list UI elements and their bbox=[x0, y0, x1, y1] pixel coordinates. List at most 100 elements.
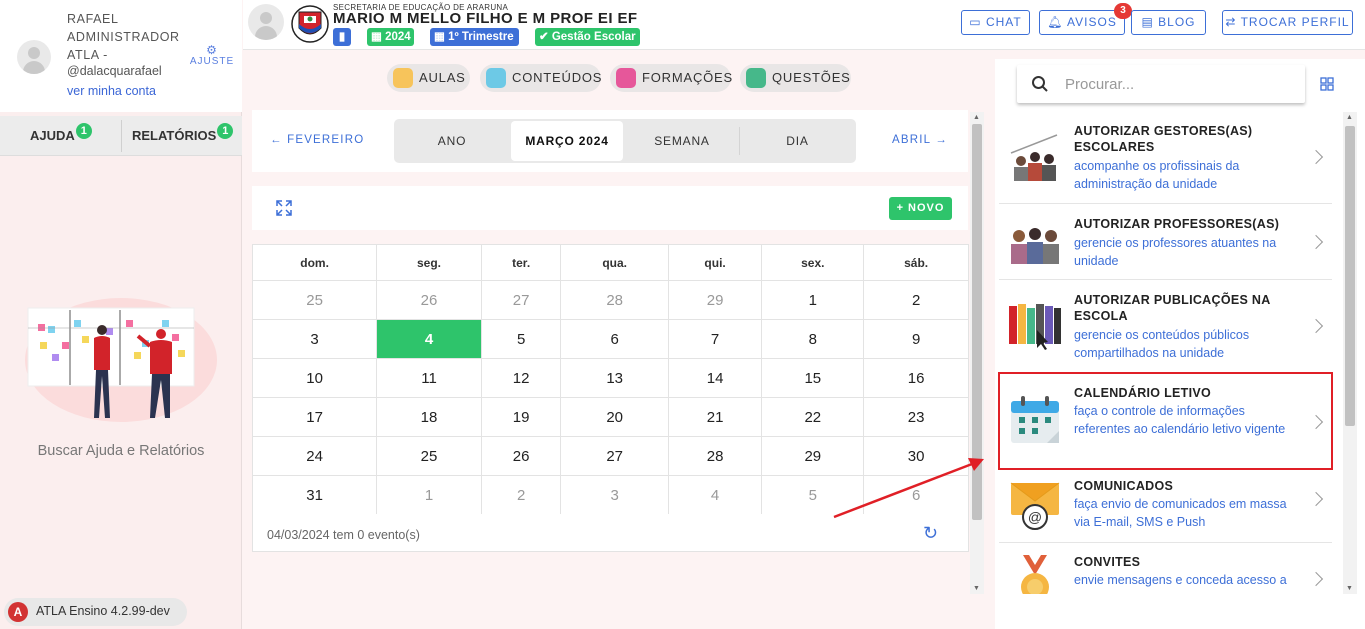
header-avatar[interactable] bbox=[248, 4, 284, 40]
calendar-day[interactable]: 22 bbox=[761, 397, 865, 437]
card-comunicados[interactable]: @ COMUNICADOS faça envio de comunicados … bbox=[999, 469, 1332, 543]
calendar-day[interactable]: 1 bbox=[761, 280, 865, 320]
new-event-button[interactable]: + NOVO bbox=[889, 197, 952, 220]
refresh-icon[interactable]: ↻ bbox=[923, 523, 938, 544]
scroll-up-icon[interactable]: ▲ bbox=[1346, 114, 1353, 121]
card-autorizar-publicacoes[interactable]: AUTORIZAR PUBLICAÇÕES NA ESCOLA gerencie… bbox=[999, 280, 1332, 373]
calendar-day[interactable]: 8 bbox=[761, 319, 865, 359]
calendar-day[interactable]: 9 bbox=[863, 319, 969, 359]
nav-aulas[interactable]: AULAS bbox=[387, 64, 470, 92]
calendar-day[interactable]: 23 bbox=[863, 397, 969, 437]
calendar-day[interactable]: 27 bbox=[560, 436, 669, 476]
version-badge[interactable]: A ATLA Ensino 4.2.99-dev bbox=[4, 598, 187, 626]
weekday-header: seg. bbox=[376, 244, 482, 281]
calendar-day[interactable]: 14 bbox=[667, 358, 763, 398]
tab-ajuda-label: AJUDA bbox=[30, 128, 75, 143]
tab-ajuda[interactable]: AJUDA 1 bbox=[30, 116, 92, 156]
nav-aulas-label: AULAS bbox=[419, 70, 466, 85]
chat-label: CHAT bbox=[985, 15, 1022, 29]
calendar-day[interactable]: 25 bbox=[376, 436, 482, 476]
avisos-label: AVISOS bbox=[1067, 15, 1117, 29]
scrollbar-thumb[interactable] bbox=[972, 124, 982, 520]
calendar-day[interactable]: 26 bbox=[480, 436, 562, 476]
calendar-day[interactable]: 27 bbox=[480, 280, 562, 320]
chevron-right-icon bbox=[1308, 318, 1324, 334]
blog-button[interactable]: ▤ BLOG bbox=[1131, 10, 1206, 35]
calendar-day[interactable]: 10 bbox=[251, 358, 378, 398]
calendar-day[interactable]: 2 bbox=[863, 280, 969, 320]
card-calendario-letivo[interactable]: CALENDÁRIO LETIVO faça o controle de inf… bbox=[998, 372, 1333, 470]
calendar-day[interactable]: 3 bbox=[560, 475, 669, 515]
calendar-day[interactable]: 2 bbox=[480, 475, 562, 515]
calendar-day[interactable]: 18 bbox=[376, 397, 482, 437]
card-description: acompanhe os profissinais da administraç… bbox=[1074, 159, 1240, 191]
stats-chip[interactable]: ▮ bbox=[333, 28, 351, 46]
scroll-down-icon[interactable]: ▼ bbox=[1346, 585, 1353, 592]
calendar-day[interactable]: 28 bbox=[560, 280, 669, 320]
prev-month-link[interactable]: ← FEVEREIRO bbox=[270, 134, 364, 146]
term-chip[interactable]: ▦ 1º Trimestre bbox=[430, 28, 519, 46]
blog-label: BLOG bbox=[1158, 15, 1196, 29]
card-convites[interactable]: CONVITES envie mensagens e conceda acess… bbox=[999, 543, 1332, 594]
avisos-count-badge: 3 bbox=[1114, 3, 1132, 19]
calendar-day[interactable]: 21 bbox=[667, 397, 763, 437]
avisos-button[interactable]: 🔔︎ AVISOS 3 bbox=[1039, 3, 1132, 35]
calendar-day[interactable]: 19 bbox=[480, 397, 562, 437]
calendar-day[interactable]: 11 bbox=[376, 358, 482, 398]
calendar-day[interactable]: 1 bbox=[376, 475, 482, 515]
calendar-day[interactable]: 5 bbox=[480, 319, 562, 359]
user-name: RAFAEL ADMINISTRADOR ATLA - bbox=[67, 12, 180, 62]
main-scrollbar[interactable]: ▲ ▼ bbox=[970, 112, 984, 594]
card-title: AUTORIZAR PROFESSORES(AS) bbox=[1074, 217, 1280, 231]
calendar-day[interactable]: 30 bbox=[863, 436, 969, 476]
view-day[interactable]: DIA bbox=[741, 121, 854, 161]
view-month[interactable]: MARÇO 2024 bbox=[511, 121, 623, 161]
card-autorizar-gestores[interactable]: AUTORIZAR GESTORES(AS) ESCOLARES acompan… bbox=[999, 111, 1332, 204]
calendar-day[interactable]: 29 bbox=[761, 436, 865, 476]
tab-relatorios[interactable]: RELATÓRIOS 1 bbox=[132, 116, 234, 156]
calendar-day[interactable]: 5 bbox=[761, 475, 865, 515]
card-autorizar-professores[interactable]: AUTORIZAR PROFESSORES(AS) gerencie os pr… bbox=[999, 204, 1332, 280]
scroll-up-icon[interactable]: ▲ bbox=[973, 114, 980, 121]
settings-button[interactable]: ⚙ AJUSTE bbox=[188, 44, 236, 67]
view-year[interactable]: ANO bbox=[396, 121, 508, 161]
module-chip[interactable]: ✔ Gestão Escolar bbox=[535, 28, 640, 46]
calendar-day[interactable]: 29 bbox=[667, 280, 763, 320]
card-title: AUTORIZAR GESTORES(AS) ESCOLARES bbox=[1074, 124, 1253, 154]
next-month-link[interactable]: ABRIL → bbox=[892, 134, 948, 146]
user-avatar[interactable] bbox=[17, 40, 51, 74]
calendar-day[interactable]: 16 bbox=[863, 358, 969, 398]
calendar-day[interactable]: 6 bbox=[560, 319, 669, 359]
calendar-day[interactable]: 24 bbox=[251, 436, 378, 476]
calendar-day-selected[interactable]: 4 bbox=[376, 319, 482, 359]
calendar-day[interactable]: 12 bbox=[480, 358, 562, 398]
calendar-day[interactable]: 31 bbox=[251, 475, 378, 515]
nav-questoes[interactable]: QUESTÕES bbox=[740, 64, 851, 92]
calendar-day[interactable]: 20 bbox=[560, 397, 669, 437]
calendar-day[interactable]: 13 bbox=[560, 358, 669, 398]
nav-formacoes[interactable]: FORMAÇÕES bbox=[610, 64, 732, 92]
account-link[interactable]: ver minha conta bbox=[67, 84, 156, 98]
calendar-icon bbox=[1011, 396, 1059, 443]
calendar-day[interactable]: 15 bbox=[761, 358, 865, 398]
calendar-day[interactable]: 26 bbox=[376, 280, 482, 320]
scrollbar-thumb[interactable] bbox=[1345, 126, 1355, 426]
scroll-down-icon[interactable]: ▼ bbox=[973, 585, 980, 592]
view-week[interactable]: SEMANA bbox=[626, 121, 738, 161]
search-input[interactable] bbox=[1065, 73, 1293, 95]
calendar-day[interactable]: 17 bbox=[251, 397, 378, 437]
panel-scrollbar[interactable]: ▲ ▼ bbox=[1343, 112, 1357, 594]
calendar-day[interactable]: 7 bbox=[667, 319, 763, 359]
switch-profile-button[interactable]: ⇄ TROCAR PERFIL bbox=[1222, 10, 1353, 35]
grid-view-icon[interactable] bbox=[1320, 77, 1334, 91]
year-chip[interactable]: ▦ 2024 bbox=[367, 28, 414, 46]
calendar-day[interactable]: 3 bbox=[251, 319, 378, 359]
chat-button[interactable]: ▭ CHAT bbox=[961, 10, 1030, 35]
panel-search bbox=[1017, 65, 1305, 103]
nav-conteudos[interactable]: CONTEÚDOS bbox=[480, 64, 601, 92]
calendar-day[interactable]: 28 bbox=[667, 436, 763, 476]
expand-icon[interactable] bbox=[276, 200, 292, 216]
calendar-day[interactable]: 6 bbox=[863, 475, 969, 515]
calendar-day[interactable]: 25 bbox=[251, 280, 378, 320]
calendar-day[interactable]: 4 bbox=[667, 475, 763, 515]
